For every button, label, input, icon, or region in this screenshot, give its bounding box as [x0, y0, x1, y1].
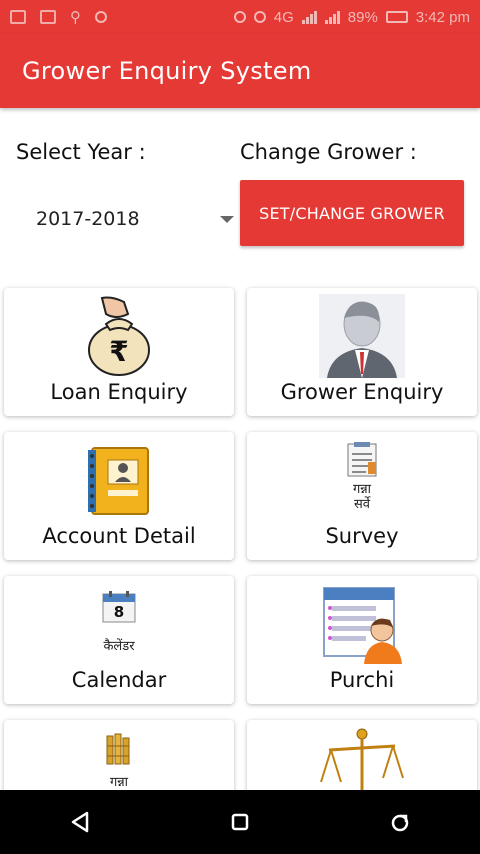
survey-icon-text-1: गन्ना — [352, 482, 372, 497]
survey-label: Survey — [325, 524, 399, 548]
recents-button[interactable] — [376, 798, 424, 846]
image-icon — [40, 10, 56, 24]
app-bar: Grower Enquiry System — [0, 34, 480, 108]
purchi-icon — [323, 587, 402, 664]
app-title: Grower Enquiry System — [22, 57, 312, 85]
recents-icon — [391, 814, 409, 832]
usb-icon: ⚲ — [70, 9, 81, 26]
home-icon — [231, 813, 249, 831]
back-icon — [71, 811, 89, 833]
address-book-icon — [88, 447, 149, 515]
mail-icon — [10, 10, 26, 24]
battery-icon — [385, 11, 408, 23]
account-detail-label: Account Detail — [42, 524, 196, 548]
sugarcane-icon-text: गन्ना — [109, 775, 129, 790]
signal-2-icon — [324, 10, 340, 24]
navigation-bar — [0, 790, 480, 854]
grower-enquiry-card[interactable]: Grower Enquiry — [247, 288, 477, 416]
home-button[interactable] — [216, 798, 264, 846]
scale-icon — [320, 728, 404, 790]
clock: 3:42 pm — [415, 8, 470, 26]
battery-percent: 89% — [347, 8, 378, 26]
account-detail-card[interactable]: Account Detail — [4, 432, 234, 560]
calendar-day: 8 — [113, 603, 125, 621]
status-bar: ⚲ 4G 89% 3:42 pm — [0, 0, 480, 34]
year-value: 2017-2018 — [36, 208, 140, 230]
sugarcane-icon — [106, 733, 130, 765]
network-type: 4G — [273, 8, 294, 26]
alarm-icon — [253, 11, 266, 23]
survey-icon — [347, 442, 377, 477]
grower-label: Change Grower : — [240, 140, 417, 164]
calendar-icon-text: कैलेंडर — [103, 639, 135, 654]
grower-enquiry-label: Grower Enquiry — [280, 380, 444, 404]
vibrate-icon — [233, 11, 246, 23]
survey-icon-text-2: सर्वे — [353, 497, 371, 512]
purchi-label: Purchi — [329, 668, 395, 692]
survey-card[interactable]: गन्ना सर्वे Survey — [247, 432, 477, 560]
loan-enquiry-card[interactable]: ₹ Loan Enquiry — [4, 288, 234, 416]
set-change-grower-button[interactable]: SET/CHANGE GROWER — [240, 180, 464, 246]
loan-enquiry-label: Loan Enquiry — [50, 380, 188, 404]
dropdown-arrow-icon — [220, 216, 234, 223]
svg-text:₹: ₹ — [109, 335, 128, 368]
calendar-label: Calendar — [71, 668, 167, 692]
purchi-card[interactable]: Purchi — [247, 576, 477, 704]
location-icon — [95, 11, 107, 23]
back-button[interactable] — [56, 798, 104, 846]
calendar-card[interactable]: 8 कैलेंडर Calendar — [4, 576, 234, 704]
year-label: Select Year : — [16, 140, 146, 164]
signal-icon — [301, 10, 317, 24]
money-bag-icon: ₹ — [88, 296, 150, 376]
person-icon — [319, 294, 405, 378]
year-select[interactable]: 2017-2018 — [16, 196, 238, 242]
